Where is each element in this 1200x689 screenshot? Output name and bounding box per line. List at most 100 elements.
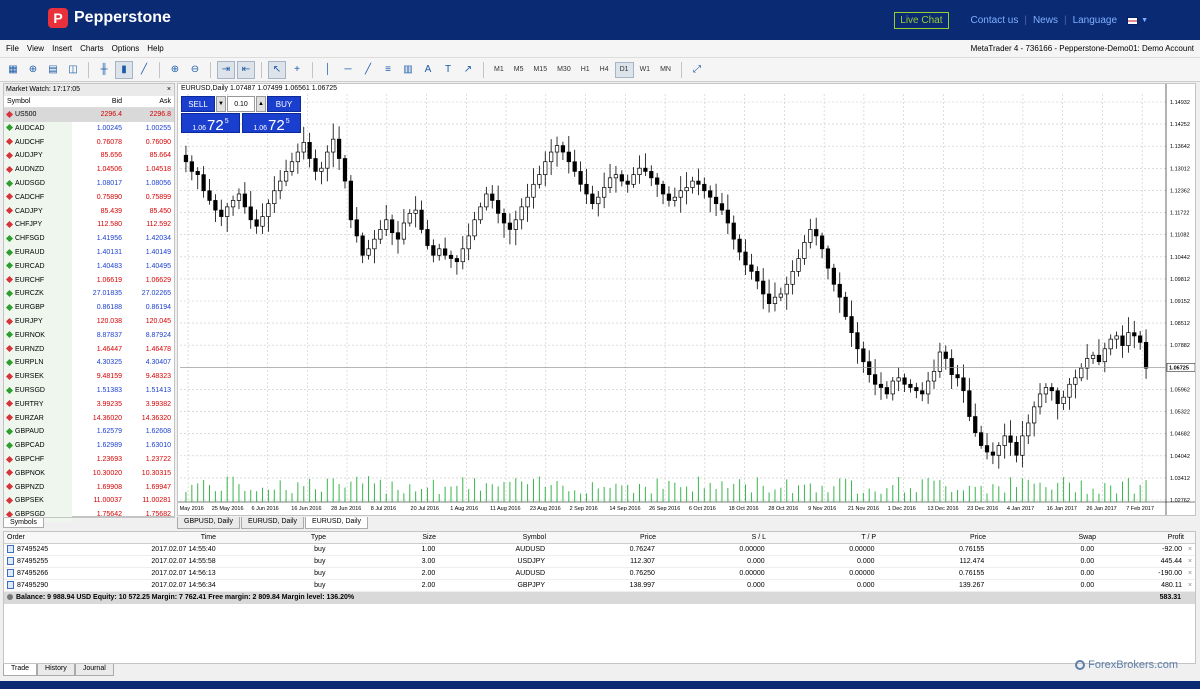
market-watch-row[interactable]: EURCAD 1.40483 1.40495 (4, 259, 174, 274)
timeframe-h1[interactable]: H1 (577, 62, 594, 78)
chart-tab-gbpusd[interactable]: GBPUSD, Daily (177, 517, 241, 529)
chevron-down-icon[interactable]: ▼ (1141, 17, 1148, 24)
timeframe-mn[interactable]: MN (656, 62, 675, 78)
market-watch-row[interactable]: EURCZK 27.01835 27.02265 (4, 287, 174, 302)
buy-button[interactable]: BUY (267, 96, 301, 112)
column-time[interactable]: Time (144, 532, 219, 543)
cursor-icon[interactable]: ↖ (268, 60, 286, 79)
label-icon[interactable]: T (439, 61, 457, 79)
market-watch-row[interactable]: EURTRY 3.99235 3.99382 (4, 397, 174, 412)
timeframe-w1[interactable]: W1 (636, 62, 655, 78)
order-row[interactable]: 87495266 2017.02.07 14:56:13 buy 2.00 AUDUSD… (4, 568, 1195, 580)
lot-decrease-icon[interactable]: ▼ (216, 96, 226, 112)
market-watch-row[interactable]: GBPCAD 1.62989 1.63010 (4, 439, 174, 453)
market-watch-row[interactable]: US500 2296.4 2296.8 (4, 108, 174, 122)
fullscreen-icon[interactable]: ⤢ (688, 61, 706, 79)
order-row[interactable]: 87495255 2017.02.07 14:55:58 buy 3.00 USDJPY… (4, 556, 1195, 568)
column-symbol[interactable]: Symbol (439, 532, 549, 543)
column-open-price[interactable]: Price (549, 532, 659, 543)
chart-tab-eurusd-2[interactable]: EURUSD, Daily (305, 517, 369, 529)
market-watch-row[interactable]: GBPAUD 1.62579 1.62608 (4, 425, 174, 440)
timeframe-h4[interactable]: H4 (596, 62, 613, 78)
close-icon[interactable]: × (167, 84, 171, 96)
chart-shift-icon[interactable]: ⇤ (237, 60, 255, 79)
column-price[interactable]: Price (879, 532, 989, 543)
market-watch-row[interactable]: EURNOK 8.87837 8.87924 (4, 328, 174, 343)
market-watch-row[interactable]: EURPLN 4.30325 4.30407 (4, 356, 174, 371)
market-watch-row[interactable]: AUDNZD 1.04506 1.04518 (4, 163, 174, 177)
market-watch-row[interactable]: EURSGD 1.51383 1.51413 (4, 383, 174, 398)
tab-trade[interactable]: Trade (3, 664, 38, 676)
order-row[interactable]: 87495290 2017.02.07 14:56:34 buy 2.00 GBPJPY… (4, 580, 1195, 592)
live-chat-button[interactable]: Live Chat (894, 12, 949, 29)
market-watch-row[interactable]: GBPNZD 1.69908 1.69947 (4, 480, 174, 495)
candlestick-chart[interactable]: 13 May 2016 25 May 2016 6 Jun 2016 16 Jun 2… (178, 84, 1196, 516)
menu-options[interactable]: Options (112, 44, 140, 53)
crosshair-icon[interactable]: + (288, 61, 306, 79)
market-watch-row[interactable]: GBPSEK 11.00037 11.00281 (4, 494, 174, 509)
menu-file[interactable]: File (6, 44, 19, 53)
horizontal-line-icon[interactable]: ─ (339, 61, 357, 79)
new-chart-icon[interactable]: ▦ (4, 61, 22, 79)
column-order[interactable]: Order (4, 532, 144, 543)
market-watch-row[interactable]: EURAUD 1.40131 1.40149 (4, 245, 174, 260)
arrows-icon[interactable]: ↗ (459, 61, 477, 79)
profiles-icon[interactable]: ⊕ (24, 61, 42, 79)
market-watch-row[interactable]: GBPNOK 10.30020 10.30315 (4, 466, 174, 481)
line-chart-icon[interactable]: ╱ (135, 61, 153, 79)
market-watch-row[interactable]: CHFSGD 1.41956 1.42034 (4, 232, 174, 246)
market-watch-row[interactable]: CADCHF 0.75890 0.75899 (4, 190, 174, 205)
column-type[interactable]: Type (219, 532, 329, 543)
zoom-in-icon[interactable]: ⊕ (166, 61, 184, 79)
close-order-icon[interactable]: × (1185, 568, 1195, 579)
menu-view[interactable]: View (27, 44, 44, 53)
order-row[interactable]: 87495245 2017.02.07 14:55:40 buy 1.00 AUDUSD… (4, 544, 1195, 556)
close-order-icon[interactable]: × (1185, 544, 1195, 555)
market-watch-row[interactable]: EURJPY 120.038 120.045 (4, 314, 174, 329)
market-watch-row[interactable]: EURCHF 1.06619 1.06629 (4, 273, 174, 288)
lot-size-input[interactable]: 0.10 (227, 96, 255, 112)
market-watch-row[interactable]: EURNZD 1.46447 1.46478 (4, 342, 174, 357)
contact-link[interactable]: Contact us (965, 15, 1025, 26)
zoom-out-icon[interactable]: ⊖ (186, 61, 204, 79)
tab-journal[interactable]: Journal (74, 664, 114, 676)
menu-insert[interactable]: Insert (52, 44, 72, 53)
close-order-icon[interactable]: × (1185, 580, 1195, 591)
timeframe-d1[interactable]: D1 (614, 61, 634, 78)
buy-price[interactable]: 1.06 72 5 (242, 113, 301, 134)
tab-history[interactable]: History (37, 664, 75, 676)
market-watch-row[interactable]: EURZAR 14.36020 14.36320 (4, 411, 174, 426)
chart-window[interactable]: 13 May 2016 25 May 2016 6 Jun 2016 16 Jun 2… (177, 83, 1196, 516)
market-watch-row[interactable]: AUDJPY 85.656 85.664 (4, 149, 174, 164)
pepperstone-logo[interactable]: P Pepperstone (48, 8, 171, 28)
menu-charts[interactable]: Charts (80, 44, 104, 53)
sell-price[interactable]: 1.06 72 5 (181, 113, 240, 134)
tab-symbols[interactable]: Symbols (3, 518, 44, 528)
fibonacci-icon[interactable]: ▥ (399, 61, 417, 79)
market-watch-row[interactable]: CHFJPY 112.580 112.592 (4, 218, 174, 233)
navigator-icon[interactable]: ◫ (64, 61, 82, 79)
market-watch-icon[interactable]: ▤ (44, 61, 62, 79)
close-order-icon[interactable]: × (1185, 556, 1195, 567)
market-watch-row[interactable]: AUDSGD 1.08017 1.08056 (4, 176, 174, 191)
news-link[interactable]: News (1027, 15, 1064, 26)
timeframe-m5[interactable]: M5 (510, 62, 528, 78)
text-icon[interactable]: A (419, 61, 437, 79)
uk-flag-icon[interactable] (1127, 16, 1139, 25)
menu-help[interactable]: Help (147, 44, 163, 53)
column-size[interactable]: Size (329, 532, 439, 543)
language-link[interactable]: Language (1067, 15, 1124, 26)
market-watch-row[interactable]: EURSEK 9.48159 9.48323 (4, 370, 174, 384)
market-watch-row[interactable]: GBPCHF 1.23693 1.23722 (4, 452, 174, 467)
column-swap[interactable]: Swap (989, 532, 1099, 543)
candlestick-icon[interactable]: ▮ (115, 60, 133, 79)
vertical-line-icon[interactable]: │ (319, 61, 337, 79)
auto-scroll-icon[interactable]: ⇥ (217, 60, 235, 79)
column-bid[interactable]: Bid (72, 96, 122, 107)
chart-tab-eurusd-1[interactable]: EURUSD, Daily (241, 517, 305, 529)
timeframe-m15[interactable]: M15 (529, 62, 551, 78)
market-watch-row[interactable]: EURGBP 0.86188 0.86194 (4, 301, 174, 315)
market-watch-row[interactable]: AUDCAD 1.00245 1.00255 (4, 121, 174, 136)
column-sl[interactable]: S / L (659, 532, 769, 543)
timeframe-m30[interactable]: M30 (553, 62, 575, 78)
